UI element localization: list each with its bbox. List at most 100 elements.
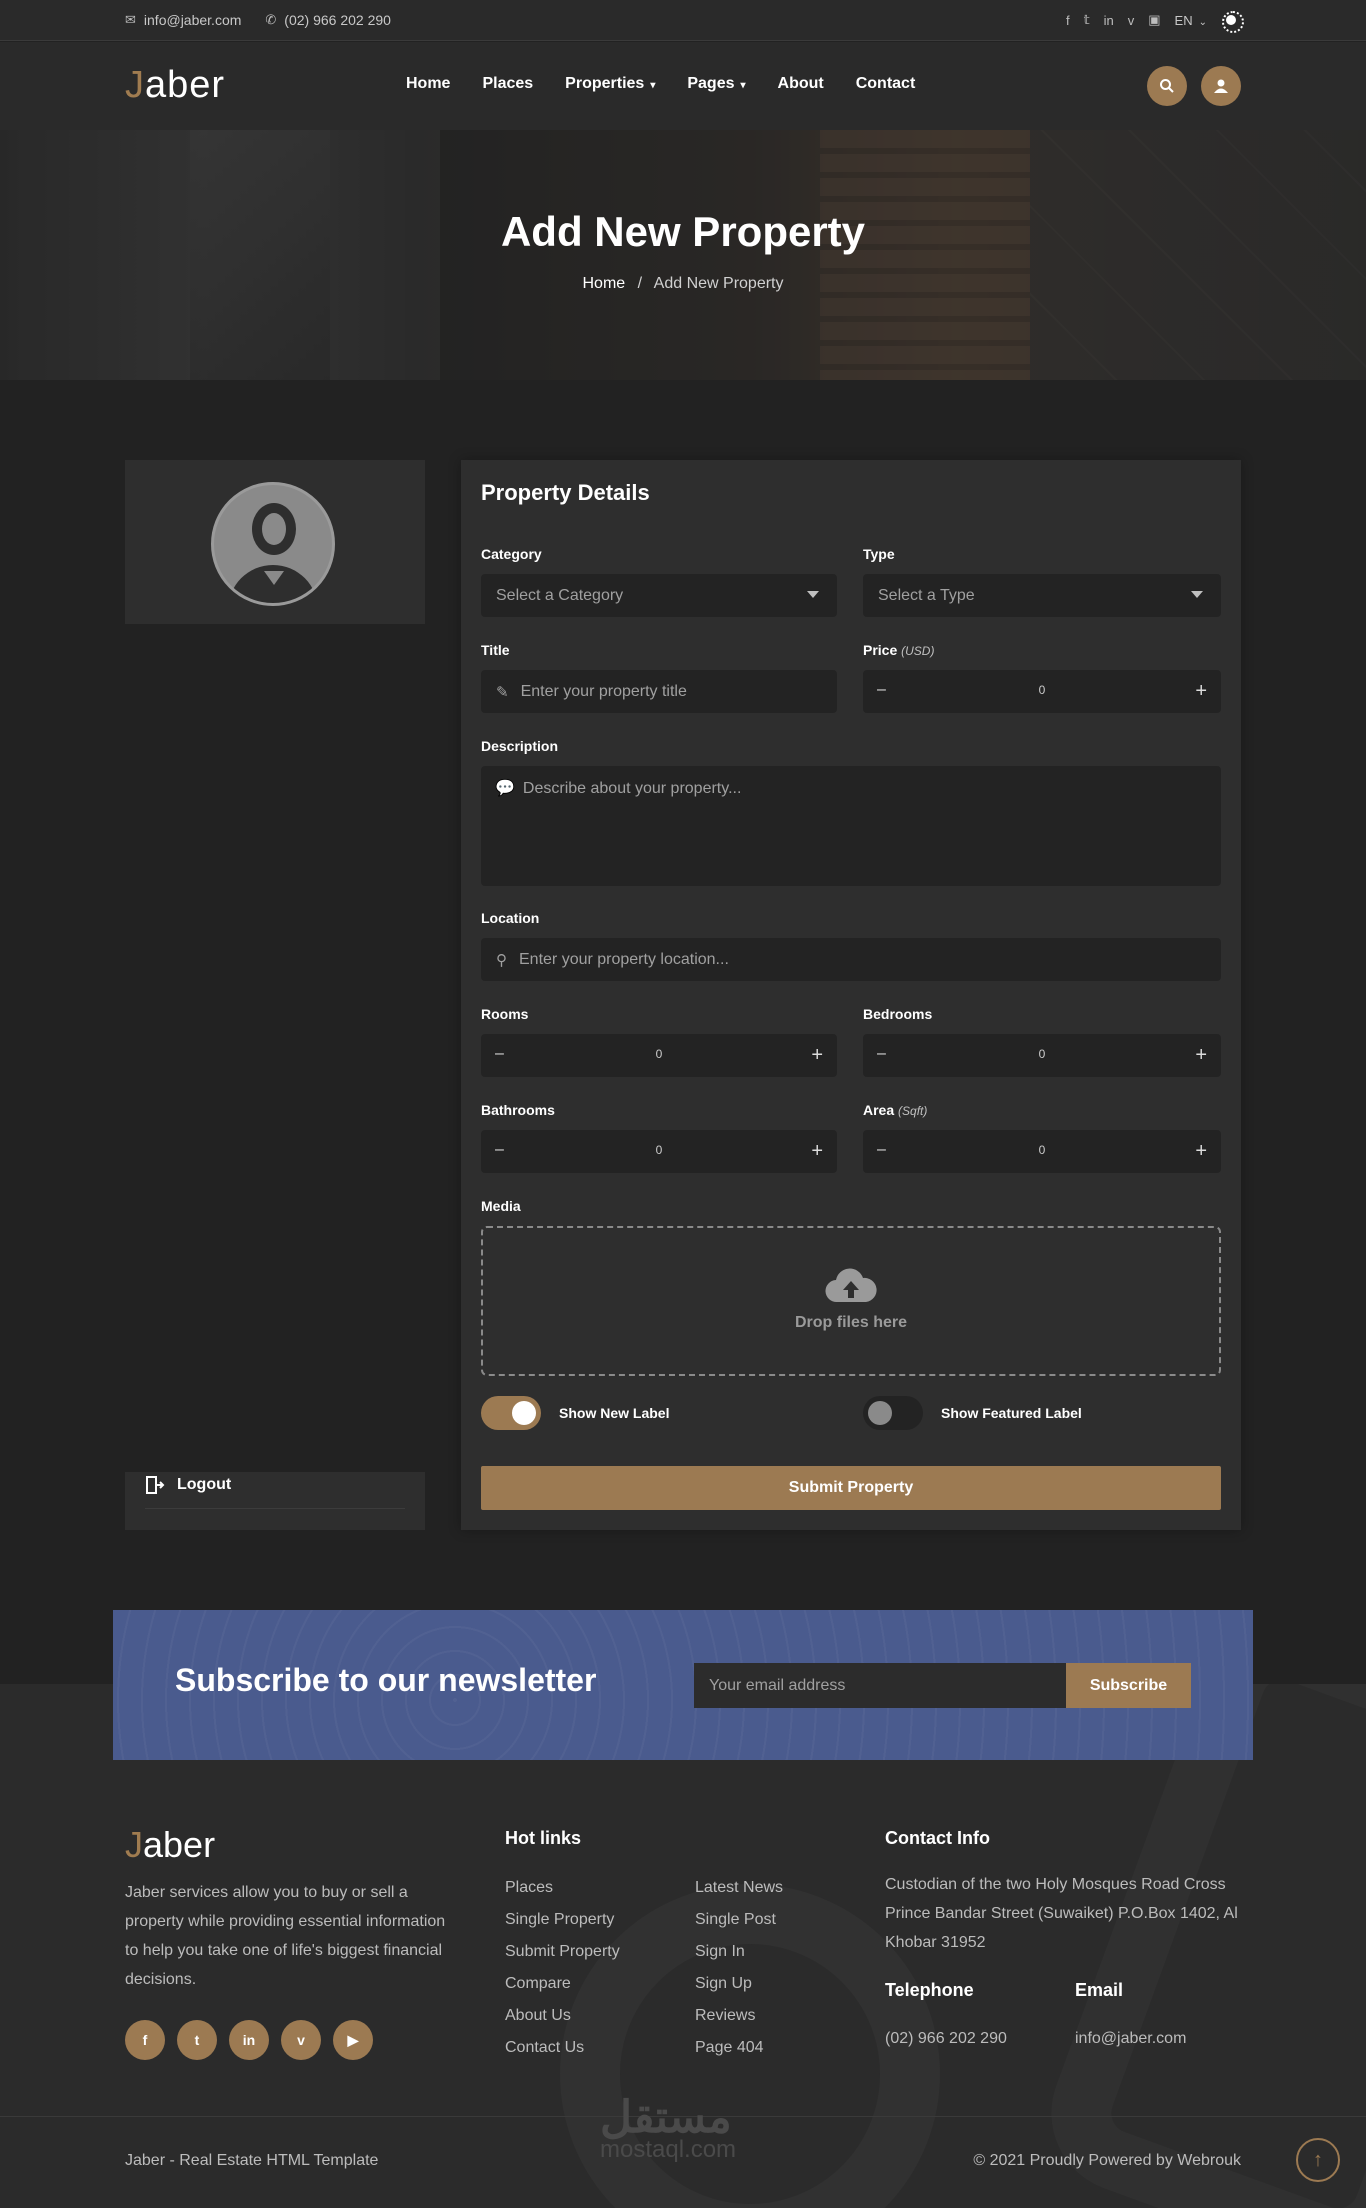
divider (145, 1508, 405, 1509)
footer-link[interactable]: Submit Property (505, 1936, 620, 1968)
area-unit: (Sqft) (898, 1104, 928, 1118)
nav-home[interactable]: Home (406, 75, 450, 93)
price-label: Price (USD) (863, 642, 934, 658)
area-stepper[interactable]: – 0 + (863, 1130, 1221, 1173)
top-email[interactable]: ✉ info@jaber.com (125, 12, 241, 28)
footer-address: Custodian of the two Holy Mosques Road C… (885, 1876, 1238, 1951)
envelope-icon: ✉ (125, 12, 136, 27)
linkedin-icon[interactable]: in (229, 2020, 269, 2060)
top-phone[interactable]: ✆ (02) 966 202 290 (265, 12, 391, 28)
submit-property-button[interactable]: Submit Property (481, 1466, 1221, 1510)
footer-link[interactable]: Compare (505, 1968, 620, 2000)
facebook-icon[interactable]: f (1066, 13, 1070, 28)
youtube-icon[interactable]: ▣ (1148, 12, 1160, 28)
avatar[interactable] (211, 482, 335, 606)
nav-places[interactable]: Places (482, 75, 533, 93)
telephone-value[interactable]: (02) 966 202 290 (885, 2030, 1007, 2048)
footer-link[interactable]: Latest News (695, 1872, 783, 1904)
twitter-icon[interactable]: 𝕥 (1084, 12, 1090, 28)
footer-about: Jaber services allow you to buy or sell … (125, 1884, 446, 1988)
vimeo-icon[interactable]: v (1128, 13, 1135, 28)
facebook-icon[interactable]: f (125, 2020, 165, 2060)
toggle-knob (868, 1401, 892, 1425)
youtube-icon[interactable]: ▶ (333, 2020, 373, 2060)
increment-button[interactable]: + (1195, 1140, 1207, 1163)
footer-logo[interactable]: Jaber (125, 1824, 215, 1866)
bedrooms-stepper[interactable]: – 0 + (863, 1034, 1221, 1077)
rooms-value[interactable]: 0 (481, 1047, 837, 1061)
footer-link[interactable]: Single Post (695, 1904, 783, 1936)
footer-link[interactable]: About Us (505, 2000, 620, 2032)
page-title: Add New Property (500, 208, 866, 255)
title-label: Title (481, 642, 510, 658)
footer-link[interactable]: Reviews (695, 2000, 783, 2032)
area-label: Area (Sqft) (863, 1102, 927, 1118)
logo-text: aber (143, 1824, 216, 1865)
avatar-collar (264, 571, 284, 585)
increment-button[interactable]: + (1195, 680, 1207, 703)
user-button[interactable] (1201, 66, 1241, 106)
vimeo-icon[interactable]: v (281, 2020, 321, 2060)
footer-copy-left: Jaber - Real Estate HTML Template (125, 2152, 379, 2169)
nav-contact[interactable]: Contact (856, 75, 916, 93)
bedrooms-value[interactable]: 0 (863, 1047, 1221, 1061)
breadcrumb-current: Add New Property (653, 275, 784, 292)
back-to-top-button[interactable]: ↑ (1296, 2138, 1340, 2182)
footer-link[interactable]: Places (505, 1872, 620, 1904)
rooms-label: Rooms (481, 1006, 529, 1022)
language-value: EN (1174, 12, 1193, 28)
avatar-head (252, 503, 296, 555)
nav-pages[interactable]: Pages ▾ (687, 75, 745, 93)
footer-link[interactable]: Single Property (505, 1904, 620, 1936)
page-hero: Add New Property Home / Add New Property (0, 130, 1366, 380)
theme-toggle-icon[interactable] (1221, 10, 1244, 33)
top-bar: ✉ info@jaber.com ✆ (02) 966 202 290 f 𝕥 … (0, 0, 1366, 41)
breadcrumb: Home / Add New Property (0, 275, 1366, 293)
telephone-label: Telephone (885, 1980, 974, 2000)
twitter-icon[interactable]: t (177, 2020, 217, 2060)
language-select[interactable]: EN ⌄ (1175, 13, 1207, 28)
chevron-down-icon: ▾ (740, 80, 746, 91)
location-input[interactable]: ⚲ Enter your property location... (481, 938, 1221, 981)
logout-link[interactable]: Logout (145, 1476, 231, 1494)
newsletter-email-input[interactable]: Your email address (694, 1663, 1066, 1708)
footer-link[interactable]: Sign Up (695, 1968, 783, 2000)
type-select[interactable]: Select a Type (863, 574, 1221, 617)
chevron-down-icon: ▾ (650, 80, 656, 91)
map-pin-icon: ⚲ (496, 951, 507, 969)
footer-link[interactable]: Sign In (695, 1936, 783, 1968)
increment-button[interactable]: + (811, 1140, 823, 1163)
logo-text: aber (145, 64, 226, 106)
logo-j: J (125, 64, 145, 106)
title-input[interactable]: ✎ Enter your property title (481, 670, 837, 713)
show-new-toggle[interactable] (481, 1396, 541, 1430)
logo-j: J (125, 1824, 143, 1865)
area-value[interactable]: 0 (863, 1143, 1221, 1157)
increment-button[interactable]: + (811, 1044, 823, 1067)
breadcrumb-home[interactable]: Home (583, 275, 626, 292)
footer-link[interactable]: Contact Us (505, 2032, 620, 2064)
media-dropzone[interactable]: Drop files here (481, 1226, 1221, 1376)
watermark-text: mostaql.com (600, 2136, 737, 2163)
logo[interactable]: Jaber (125, 64, 225, 107)
show-featured-toggle[interactable] (863, 1396, 923, 1430)
description-textarea[interactable]: 💬 Describe about your property... (481, 766, 1221, 886)
type-value: Select a Type (878, 586, 975, 604)
increment-button[interactable]: + (1195, 1044, 1207, 1067)
email-value[interactable]: info@jaber.com (1075, 2030, 1186, 2048)
footer-link[interactable]: Page 404 (695, 2032, 783, 2064)
subscribe-button[interactable]: Subscribe (1066, 1663, 1191, 1708)
nav-properties[interactable]: Properties ▾ (565, 75, 655, 93)
bathrooms-value[interactable]: 0 (481, 1143, 837, 1157)
search-button[interactable] (1147, 66, 1187, 106)
bathrooms-stepper[interactable]: – 0 + (481, 1130, 837, 1173)
price-stepper[interactable]: – 0 + (863, 670, 1221, 713)
rooms-stepper[interactable]: – 0 + (481, 1034, 837, 1077)
nav-about[interactable]: About (778, 75, 824, 93)
linkedin-icon[interactable]: in (1104, 13, 1114, 28)
nav-pages-label: Pages (687, 75, 735, 92)
price-value[interactable]: 0 (863, 683, 1221, 697)
main-nav: Home Places Properties ▾ Pages ▾ About Con… (406, 75, 915, 93)
category-select[interactable]: Select a Category (481, 574, 837, 617)
newsletter-banner: Subscribe to our newsletter Your email a… (113, 1610, 1253, 1760)
